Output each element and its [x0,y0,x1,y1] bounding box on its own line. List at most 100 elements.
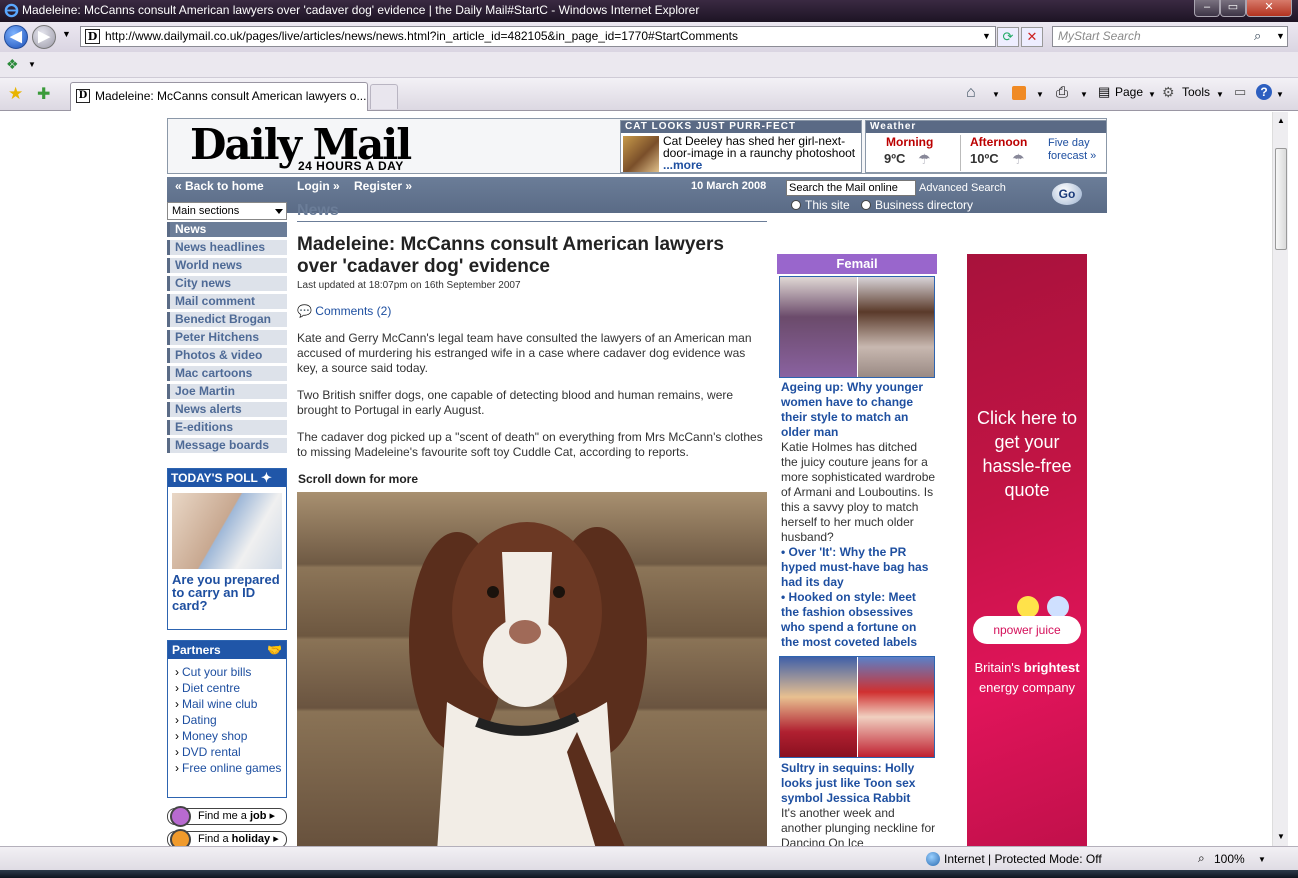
femail-heading[interactable]: Femail [777,254,937,274]
dailymail-favicon-icon: D [85,29,100,44]
sidebar-item-mail-comment[interactable]: Mail comment [167,294,287,309]
five-day-forecast-link[interactable]: Five day forecast » [1048,137,1108,163]
sidebar-item-joe-martin[interactable]: Joe Martin [167,384,287,399]
sidebar-item-message-boards[interactable]: Message boards [167,438,287,453]
zoom-level[interactable]: 100% [1214,852,1245,866]
add-favorite-icon[interactable]: ✚ [37,84,50,104]
history-dropdown-icon[interactable]: ▼ [62,29,71,39]
weather-afternoon-temp: 10ºC [970,151,999,166]
register-link[interactable]: Register » [354,179,412,193]
refresh-icon[interactable]: ⟳ [997,27,1019,47]
comments-link[interactable]: 💬 Comments (2) [297,304,391,318]
help-dropdown-icon[interactable]: ▼ [1276,90,1284,99]
section-title: News [297,202,767,222]
url-field[interactable]: D http://www.dailymail.co.uk/pages/live/… [80,26,996,47]
radio-business-directory[interactable]: Business directory [861,198,973,212]
partner-link-dating[interactable]: › Dating [175,713,217,727]
zoom-dropdown-icon[interactable]: ▼ [1258,855,1266,864]
login-link[interactable]: Login » [297,179,340,193]
partner-link-diet-centre[interactable]: › Diet centre [175,681,240,695]
bullet-icon: › [175,665,179,679]
page-dropdown-icon[interactable]: ▼ [1148,90,1156,99]
back-to-home-link[interactable]: « Back to home [175,179,264,193]
sidebar-item-city-news[interactable]: City news [167,276,287,291]
search-dropdown-icon[interactable]: ▼ [1276,31,1285,41]
rss-icon[interactable] [1012,86,1026,100]
rss-dropdown-icon[interactable]: ▼ [1036,90,1044,99]
back-button[interactable]: ◀ [4,25,28,49]
help-icon[interactable]: ? [1256,84,1272,100]
site-search-input[interactable]: Search the Mail online [786,180,916,196]
sidebar-item-news[interactable]: News [167,222,287,237]
forward-button[interactable]: ▶ [32,25,56,49]
promo-body: Cat Deeley has shed her girl-next-door-i… [663,134,856,160]
tools-menu[interactable]: Tools [1182,85,1210,99]
search-input[interactable]: MyStart Search [1052,26,1288,47]
research-icon[interactable]: ▭ [1234,84,1246,100]
scroll-down-icon[interactable]: ▼ [1277,832,1285,841]
sidebar-item-news-alerts[interactable]: News alerts [167,402,287,417]
femail-photo-holly-jessica[interactable] [779,656,935,758]
partners-heading: Partners 🤝 [168,641,286,659]
sidebar-item-news-headlines[interactable]: News headlines [167,240,287,255]
tools-dropdown-icon[interactable]: ▼ [1216,90,1224,99]
new-tab-button[interactable] [370,84,398,109]
tab-article[interactable]: D Madeleine: McCanns consult American la… [70,82,368,111]
find-job-prefix: Find me a [198,810,247,822]
promo-more-link[interactable]: ...more [663,158,702,172]
partner-link-dvd-rental[interactable]: › DVD rental [175,745,241,759]
poll-id-card-photo[interactable] [172,493,282,569]
scroll-thumb[interactable] [1275,148,1287,250]
article-photo-dog[interactable] [297,492,767,846]
sidebar-item-photos-video[interactable]: Photos & video [167,348,287,363]
promo-box[interactable]: CAT LOOKS JUST PURR-FECT Cat Deeley has … [620,120,862,173]
close-button[interactable]: ✕ [1246,0,1292,17]
sidebar-item-mac-cartoons[interactable]: Mac cartoons [167,366,287,381]
advanced-search-link[interactable]: Advanced Search [919,182,1006,194]
url-dropdown-icon[interactable]: ▼ [982,31,991,41]
security-zone[interactable]: Internet | Protected Mode: Off [944,852,1102,866]
print-dropdown-icon[interactable]: ▼ [1080,90,1088,99]
vertical-scrollbar[interactable]: ▲ ▼ [1272,112,1288,846]
stop-icon[interactable]: ✕ [1021,27,1043,47]
go-button[interactable]: Go [1052,183,1082,205]
todays-poll[interactable]: TODAY'S POLL ✦ Are you prepared to carry… [167,468,287,630]
sidebar-item-world-news[interactable]: World news [167,258,287,273]
home-icon[interactable]: ⌂ [966,84,976,102]
sidebar-item-peter-hitchens[interactable]: Peter Hitchens [167,330,287,345]
npower-advert[interactable]: Click here to get your hassle-free quote… [967,254,1087,846]
femail-link-hooked-on-style[interactable]: • Hooked on style: Meet the fashion obse… [781,590,917,649]
speech-bubble-icon: 💬 [297,304,312,318]
partner-link-wine-club[interactable]: › Mail wine club [175,697,257,711]
poll-question[interactable]: Are you prepared to carry an ID card? [172,573,284,612]
scroll-up-icon[interactable]: ▲ [1277,116,1285,125]
weather-morning-label: Morning [886,135,934,149]
taskbar [0,870,1298,878]
find-job-button[interactable]: Find me a job ▸ [167,806,287,827]
femail-story-2-title[interactable]: Sultry in sequins: Holly looks just like… [781,761,915,805]
find-holiday-button[interactable]: Find a holiday ▸ [167,829,287,846]
favorites-star-icon[interactable]: ★ [8,84,23,104]
femail-photo-katie-holmes[interactable] [779,276,935,378]
maximize-button[interactable]: ▭ [1220,0,1246,17]
minimize-button[interactable]: – [1194,0,1220,17]
ad-slogan: Britain's brightest energy company [967,658,1087,698]
partner-link-games[interactable]: › Free online games [175,761,281,775]
sidebar-item-e-editions[interactable]: E-editions [167,420,287,435]
femail-link-over-it[interactable]: • Over 'It': Why the PR hyped must-have … [781,545,928,589]
toolbar-addon-icon[interactable]: ❖ [6,56,19,73]
femail-story-2-body: It's another week and another plunging n… [781,806,936,846]
print-icon[interactable]: ⎙ [1056,84,1068,101]
sidebar-item-benedict-brogan[interactable]: Benedict Brogan [167,312,287,327]
search-magnifier-icon[interactable]: ⌕ [1254,28,1261,44]
radio-this-site[interactable]: This site [791,198,850,212]
promo-photo[interactable] [623,136,659,172]
partner-link-cut-bills[interactable]: › Cut your bills [175,665,251,679]
femail-story-1-title[interactable]: Ageing up: Why younger women have to cha… [781,380,923,439]
compass-icon: ✦ [261,470,272,485]
page-menu[interactable]: Page [1115,85,1143,99]
main-sections-select[interactable]: Main sections [167,202,287,220]
partner-link-money-shop[interactable]: › Money shop [175,729,247,743]
home-dropdown-icon[interactable]: ▼ [992,90,1000,99]
addon-dropdown-icon[interactable]: ▼ [28,60,36,69]
